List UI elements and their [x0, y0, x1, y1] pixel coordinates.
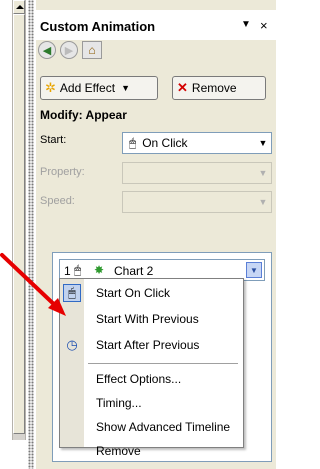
- start-select[interactable]: 🖱 On Click ▼: [122, 132, 272, 154]
- menu-item-start-on-click[interactable]: 🖱 Start On Click: [60, 281, 243, 305]
- chevron-down-icon[interactable]: ▼: [246, 262, 262, 278]
- mouse-icon: 🖱: [63, 284, 81, 302]
- property-label: Property:: [40, 166, 85, 178]
- menu-item-start-after-previous[interactable]: ◷ Start After Previous: [60, 333, 243, 357]
- speed-label: Speed:: [40, 195, 75, 207]
- pane-resize-grip[interactable]: [28, 0, 34, 469]
- item-number: 1: [64, 264, 71, 278]
- pane-close-icon[interactable]: ×: [260, 18, 268, 33]
- start-label: Start:: [40, 134, 67, 146]
- remove-x-icon: ✕: [177, 80, 188, 95]
- menu-item-effect-options[interactable]: Effect Options...: [60, 367, 243, 391]
- remove-button[interactable]: ✕ Remove: [172, 76, 266, 100]
- home-icon[interactable]: ⌂: [82, 41, 102, 59]
- chevron-down-icon: ▼: [258, 168, 268, 178]
- menu-item-timing[interactable]: Timing...: [60, 391, 243, 415]
- menu-item-label: Timing...: [96, 396, 142, 410]
- add-effect-button[interactable]: ✲ Add Effect ▼: [40, 76, 158, 100]
- scroll-thumb[interactable]: [13, 14, 25, 434]
- star-icon: ✲: [45, 80, 56, 95]
- item-name: Chart 2: [114, 264, 154, 278]
- pane-navbar: ◀ ▶ ⌂: [36, 40, 276, 60]
- menu-item-label: Remove: [96, 444, 141, 458]
- forward-icon[interactable]: ▶: [60, 41, 78, 59]
- speed-select[interactable]: ▼: [122, 191, 272, 213]
- chevron-down-icon[interactable]: ▼: [255, 133, 271, 153]
- remove-label: Remove: [191, 81, 237, 95]
- menu-item-label: Start With Previous: [96, 312, 199, 326]
- menu-item-label: Effect Options...: [96, 372, 182, 386]
- document-edge: [0, 0, 12, 469]
- pane-menu-dropdown-icon[interactable]: ▼: [241, 19, 251, 30]
- green-star-icon: ✸: [94, 263, 105, 277]
- chevron-down-icon: ▼: [121, 83, 130, 93]
- menu-item-start-with-previous[interactable]: Start With Previous: [60, 307, 243, 331]
- menu-item-show-advanced-timeline[interactable]: Show Advanced Timeline: [60, 415, 243, 439]
- scroll-up-button[interactable]: [13, 0, 25, 14]
- chevron-down-icon: ▼: [258, 197, 268, 207]
- mouse-icon: 🖱: [74, 263, 82, 277]
- add-effect-label: Add Effect: [59, 81, 116, 95]
- clock-icon: ◷: [66, 337, 78, 352]
- property-select[interactable]: ▼: [122, 162, 272, 184]
- mouse-icon: 🖱: [129, 136, 137, 150]
- pane-header: Custom Animation ▼ ×: [36, 10, 276, 40]
- modify-heading: Modify: Appear: [40, 108, 127, 122]
- menu-item-label: Show Advanced Timeline: [96, 420, 231, 434]
- back-icon[interactable]: ◀: [38, 41, 56, 59]
- vertical-scrollbar[interactable]: [12, 0, 26, 440]
- menu-item-remove[interactable]: Remove: [60, 439, 243, 463]
- start-value: On Click: [142, 136, 188, 150]
- pane-title: Custom Animation: [40, 19, 156, 34]
- menu-separator: [88, 363, 238, 364]
- effect-context-menu: 🖱 Start On Click Start With Previous ◷ S…: [59, 278, 244, 458]
- menu-item-label: Start On Click: [96, 286, 171, 300]
- menu-item-label: Start After Previous: [96, 338, 200, 352]
